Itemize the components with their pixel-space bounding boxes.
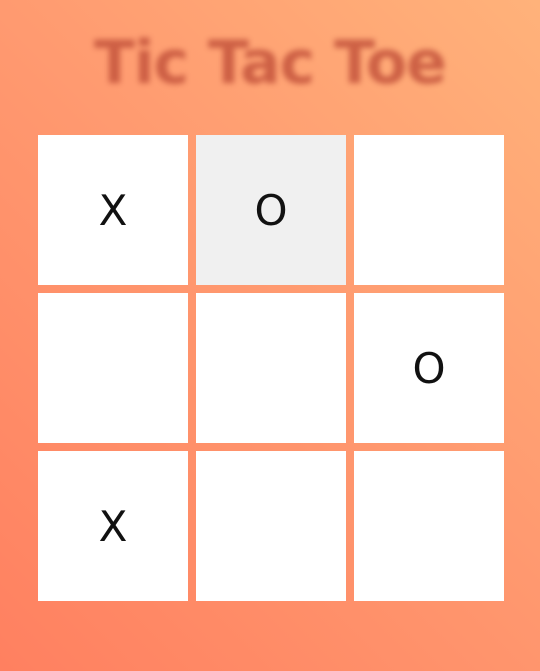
board-cell-r3c2[interactable] — [196, 451, 346, 601]
board-cell-r3c1[interactable]: X — [38, 451, 188, 601]
board-cell-r1c3[interactable] — [354, 135, 504, 285]
board-cell-r2c1[interactable] — [38, 293, 188, 443]
game-board: X O O X — [38, 135, 504, 601]
board-cell-r1c1[interactable]: X — [38, 135, 188, 285]
game-page: Tic Tac Toe X O O X — [0, 0, 540, 671]
board-cell-r3c3[interactable] — [354, 451, 504, 601]
board-cell-r2c2[interactable] — [196, 293, 346, 443]
board-cell-r2c3[interactable]: O — [354, 293, 504, 443]
game-title: Tic Tac Toe — [94, 28, 447, 98]
board-cell-r1c2[interactable]: O — [196, 135, 346, 285]
